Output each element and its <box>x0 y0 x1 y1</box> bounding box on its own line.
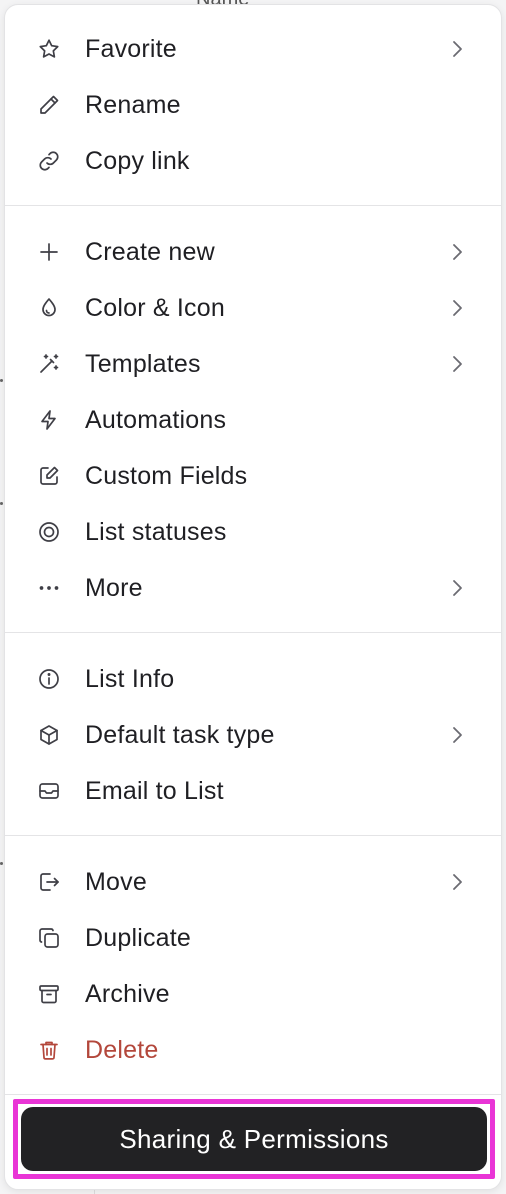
menu-section-info: List Info Default task type Email to Lis… <box>5 651 501 819</box>
duplicate-icon <box>37 926 61 950</box>
menu-item-label: List Info <box>85 665 175 693</box>
menu-item-duplicate[interactable]: Duplicate <box>5 910 501 966</box>
menu-item-label: More <box>85 574 143 602</box>
background-dot <box>0 862 3 865</box>
envelope-icon <box>37 779 61 803</box>
menu-item-label: List statuses <box>85 518 227 546</box>
menu-item-color-icon[interactable]: Color & Icon <box>5 280 501 336</box>
menu-item-custom-fields[interactable]: Custom Fields <box>5 448 501 504</box>
lightning-icon <box>37 408 61 432</box>
menu-item-templates[interactable]: Templates <box>5 336 501 392</box>
chevron-right-icon <box>445 352 469 376</box>
menu-item-list-statuses[interactable]: List statuses <box>5 504 501 560</box>
menu-item-archive[interactable]: Archive <box>5 966 501 1022</box>
menu-footer: Sharing & Permissions <box>9 1095 499 1185</box>
menu-item-favorite[interactable]: Favorite <box>5 21 501 77</box>
chevron-right-icon <box>445 723 469 747</box>
menu-section-manage: Move Duplicate Archive Delete <box>5 854 501 1078</box>
magic-wand-icon <box>37 352 61 376</box>
menu-item-delete[interactable]: Delete <box>5 1022 501 1078</box>
list-context-menu: Favorite Rename Copy link Create new Col… <box>4 4 502 1190</box>
background-dot <box>0 502 3 505</box>
plus-icon <box>37 240 61 264</box>
chevron-right-icon <box>445 240 469 264</box>
menu-item-create-new[interactable]: Create new <box>5 224 501 280</box>
menu-item-move[interactable]: Move <box>5 854 501 910</box>
link-icon <box>37 149 61 173</box>
cube-icon <box>37 723 61 747</box>
menu-item-label: Duplicate <box>85 924 192 952</box>
trash-icon <box>37 1038 61 1062</box>
menu-item-label: Favorite <box>85 35 177 63</box>
menu-item-list-info[interactable]: List Info <box>5 651 501 707</box>
menu-item-label: Create new <box>85 238 215 266</box>
menu-item-email-to-list[interactable]: Email to List <box>5 763 501 819</box>
sharing-permissions-button[interactable]: Sharing & Permissions <box>21 1107 487 1171</box>
menu-item-automations[interactable]: Automations <box>5 392 501 448</box>
chevron-right-icon <box>445 576 469 600</box>
menu-item-copy-link[interactable]: Copy link <box>5 133 501 189</box>
chevron-right-icon <box>445 870 469 894</box>
star-icon <box>37 37 61 61</box>
menu-item-label: Archive <box>85 980 170 1008</box>
edit-square-icon <box>37 464 61 488</box>
menu-item-label: Copy link <box>85 147 190 175</box>
info-icon <box>37 667 61 691</box>
menu-item-default-task-type[interactable]: Default task type <box>5 707 501 763</box>
move-out-icon <box>37 870 61 894</box>
menu-item-label: Default task type <box>85 721 275 749</box>
droplet-icon <box>37 296 61 320</box>
chevron-right-icon <box>445 37 469 61</box>
menu-item-label: Rename <box>85 91 181 119</box>
menu-item-label: Move <box>85 868 147 896</box>
menu-item-label: Templates <box>85 350 201 378</box>
menu-section-create: Create new Color & Icon Templates Automa… <box>5 224 501 616</box>
menu-section-basic: Favorite Rename Copy link <box>5 21 501 189</box>
pencil-icon <box>37 93 61 117</box>
menu-item-label: Email to List <box>85 777 224 805</box>
chevron-right-icon <box>445 296 469 320</box>
more-dots-icon <box>37 576 61 600</box>
menu-item-more[interactable]: More <box>5 560 501 616</box>
archive-icon <box>37 982 61 1006</box>
target-circle-icon <box>37 520 61 544</box>
background-dot <box>0 379 3 382</box>
menu-item-label: Custom Fields <box>85 462 248 490</box>
menu-item-label: Color & Icon <box>85 294 225 322</box>
menu-item-rename[interactable]: Rename <box>5 77 501 133</box>
menu-item-label: Delete <box>85 1036 159 1064</box>
menu-item-label: Automations <box>85 406 227 434</box>
